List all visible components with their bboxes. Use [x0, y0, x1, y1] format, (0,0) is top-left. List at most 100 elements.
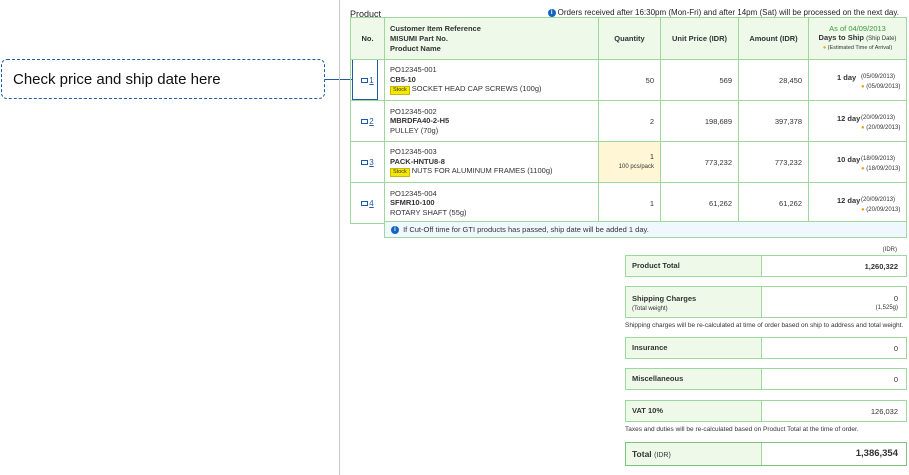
eta-date: (05/09/2013): [866, 84, 901, 90]
part-number: PACK-HNTU8-8: [390, 156, 445, 166]
eta-label: (Estimated Time of Arrival): [827, 45, 893, 51]
table-row: 3 PO12345-003 PACK-HNTU8-8 Stock NUTS FOR…: [350, 141, 907, 183]
days-to-ship: 12 day: [837, 196, 861, 205]
shipping-row: Shipping Charges (Total weight) 0 (1,525…: [625, 286, 907, 318]
col-ref-line2: MISUMI Part No.: [390, 33, 448, 43]
item-link-2[interactable]: 2: [361, 117, 374, 126]
info-icon: i: [391, 226, 399, 235]
quantity-cell: 2: [598, 100, 661, 142]
table-header-row: No. Customer Item Reference MISUMI Part …: [350, 17, 907, 60]
quantity-cell: 1 100 pcs/pack: [598, 141, 661, 183]
part-number: MBRDFA40-2-H5: [390, 116, 450, 126]
shipping-label-cell: Shipping Charges (Total weight): [626, 287, 762, 317]
table-row: 1 PO12345-001 CB5-10 Stock SOCKET HEAD CA…: [350, 59, 907, 101]
weight-value: (1,525g): [875, 305, 898, 311]
ship-date-label: (Ship Date): [866, 36, 897, 42]
total-currency: (IDR): [654, 452, 671, 459]
detail-icon: [361, 200, 369, 206]
shipping-value: 0: [893, 294, 898, 303]
col-no: No.: [350, 17, 385, 60]
vat-value: 126,032: [870, 407, 898, 416]
vat-row: VAT 10% 126,032: [625, 400, 907, 422]
col-ref-line3: Product Name: [390, 43, 441, 53]
col-ref-line1: Customer Item Reference: [390, 23, 481, 33]
amount-cell: 28,450: [738, 59, 809, 101]
amount-cell: 397,378: [738, 100, 809, 142]
product-name: ROTARY SHAFT (55g): [390, 207, 467, 217]
callout-box: Check price and ship date here: [1, 59, 325, 99]
ship-date: (20/09/2013): [861, 115, 896, 121]
shipping-label: Shipping Charges: [632, 294, 697, 303]
quantity-value: 1: [649, 152, 654, 161]
shipping-note: Shipping charges will be re-calculated a…: [625, 322, 904, 329]
stock-badge: Stock: [390, 168, 410, 177]
detail-icon: [361, 159, 369, 165]
pack-size: 100 pcs/pack: [618, 164, 654, 170]
total-row: Total (IDR) 1,386,354: [625, 442, 907, 466]
eta-date: (20/09/2013): [866, 125, 901, 131]
customer-ref: PO12345-001: [390, 65, 437, 74]
ship-date: (18/09/2013): [861, 156, 896, 162]
eta-marker-icon: ●: [861, 207, 865, 213]
eta-date: (18/09/2013): [866, 166, 901, 172]
col-quantity: Quantity: [598, 17, 661, 60]
customer-ref: PO12345-003: [390, 147, 437, 156]
item-link-3[interactable]: 3: [361, 158, 374, 167]
total-label-cell: Total (IDR): [626, 443, 762, 465]
product-table: No. Customer Item Reference MISUMI Part …: [350, 17, 907, 224]
col-reference: Customer Item Reference MISUMI Part No. …: [384, 17, 599, 60]
currency-label: (IDR): [882, 247, 897, 253]
col-days-to-ship: As of 04/09/2013 Days to Ship (Ship Date…: [808, 17, 907, 60]
eta-marker-icon: ●: [822, 45, 827, 51]
eta-marker-icon: ●: [861, 125, 865, 131]
eta-marker-icon: ●: [861, 84, 865, 90]
ship-date: (05/09/2013): [861, 74, 896, 80]
total-value: 1,386,354: [855, 448, 898, 459]
days-to-ship: 10 day: [837, 155, 861, 164]
product-total-row: Product Total 1,260,322: [625, 255, 907, 277]
amount-cell: 61,262: [738, 182, 809, 224]
product-name: PULLEY (70g): [390, 125, 439, 135]
unit-price-cell: 773,232: [660, 141, 739, 183]
table-row: 2 PO12345-002 MBRDFA40-2-H5 PULLEY (70g)…: [350, 100, 907, 142]
customer-ref: PO12345-004: [390, 188, 437, 198]
part-number: SFMR10-100: [390, 198, 435, 208]
unit-price-cell: 61,262: [660, 182, 739, 224]
amount-cell: 773,232: [738, 141, 809, 183]
days-to-ship: 12 day: [837, 114, 861, 123]
item-link-4[interactable]: 4: [361, 199, 374, 208]
detail-icon: [361, 118, 369, 124]
tax-note: Taxes and duties will be re-calculated b…: [625, 426, 859, 433]
cutoff-text: If Cut-Off time for GTI products has pas…: [403, 225, 649, 234]
col-unit-price: Unit Price (IDR): [660, 17, 739, 60]
insurance-row: Insurance 0: [625, 337, 907, 359]
item-link-1[interactable]: 1: [361, 76, 374, 85]
as-of-date: As of 04/09/2013: [829, 24, 886, 33]
total-weight-label: (Total weight): [632, 306, 668, 312]
detail-icon: [361, 77, 369, 83]
insurance-value: 0: [893, 344, 898, 353]
processing-notice: i Orders received after 16:30pm (Mon-Fri)…: [547, 8, 899, 17]
insurance-label: Insurance: [626, 338, 762, 358]
customer-ref: PO12345-002: [390, 106, 437, 116]
eta-date: (20/09/2013): [866, 207, 901, 213]
days-to-ship-label: Days to Ship: [818, 33, 864, 42]
unit-price-cell: 198,689: [660, 100, 739, 142]
product-total-label: Product Total: [626, 256, 762, 276]
table-row: 4 PO12345-004 SFMR10-100 ROTARY SHAFT (5…: [350, 182, 907, 224]
ship-date: (20/09/2013): [861, 197, 896, 203]
cutoff-notice: i If Cut-Off time for GTI products has p…: [384, 221, 907, 238]
quantity-cell: 1: [598, 182, 661, 224]
misc-row: Miscellaneous 0: [625, 368, 907, 390]
product-name: SOCKET HEAD CAP SCREWS (100g): [411, 84, 542, 93]
callout-text: Check price and ship date here: [13, 71, 221, 88]
info-icon: i: [547, 8, 556, 17]
product-panel: Product i Orders received after 16:30pm (…: [339, 0, 909, 475]
vat-label: VAT 10%: [626, 401, 762, 421]
misc-value: 0: [893, 375, 898, 384]
quantity-cell: 50: [598, 59, 661, 101]
col-amount: Amount (IDR): [738, 17, 809, 60]
eta-marker-icon: ●: [861, 166, 865, 172]
days-to-ship: 1 day: [837, 73, 857, 82]
total-label: Total: [632, 449, 652, 459]
